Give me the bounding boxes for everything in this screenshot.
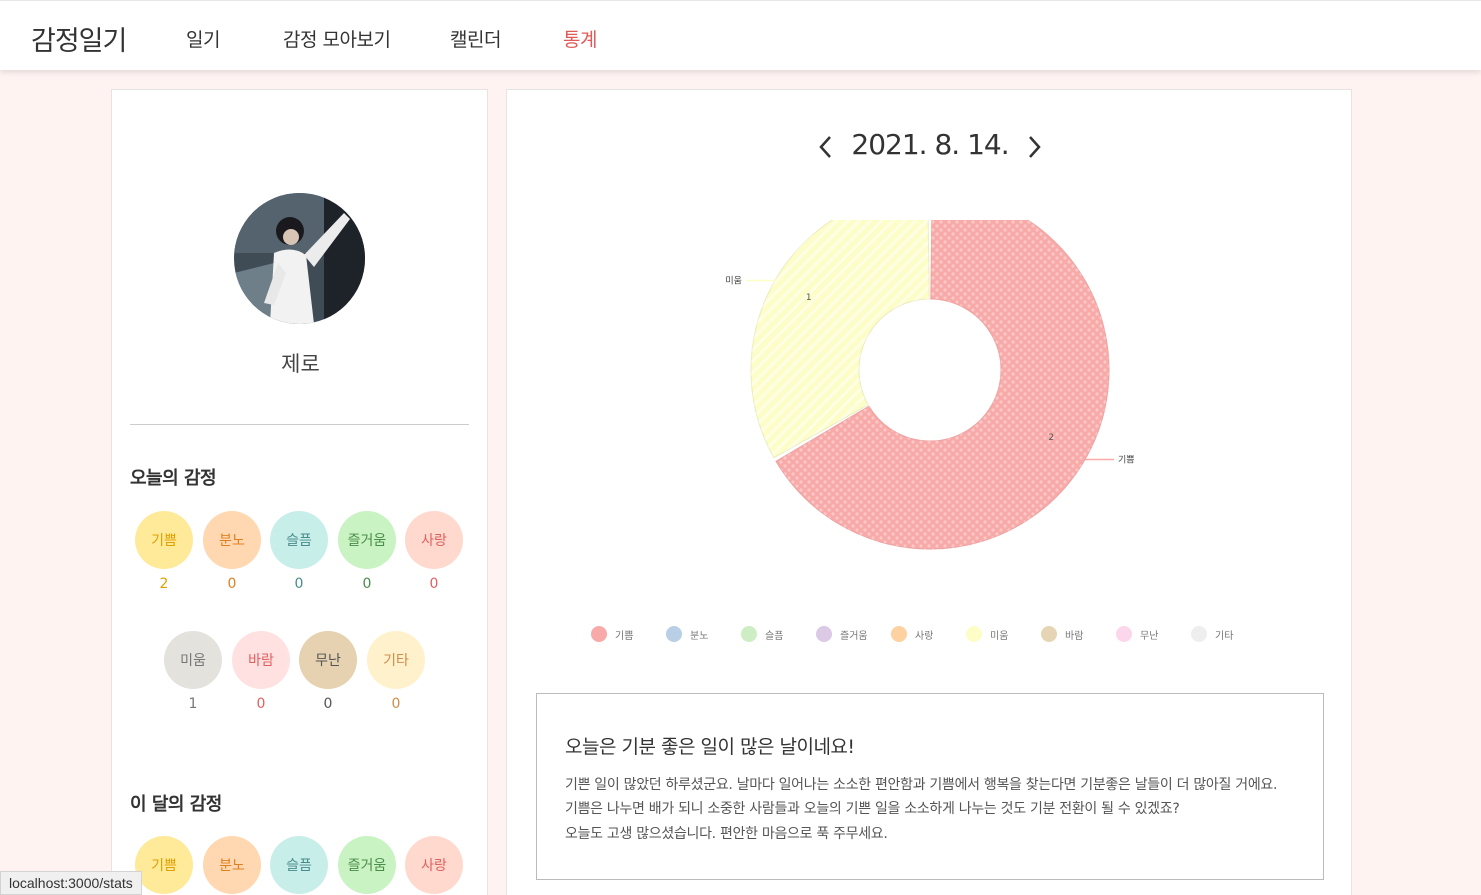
nav-link-emotion-collection[interactable]: 감정 모아보기 <box>283 25 391 52</box>
top-navbar: 감정일기 일기 감정 모아보기 캘린더 통계 <box>0 0 1481 70</box>
legend-label: 기타 <box>1215 630 1234 642</box>
avatar <box>234 193 365 324</box>
chevron-right-icon[interactable] <box>1019 132 1049 162</box>
legend-swatch <box>966 626 982 642</box>
nav-link-calendar[interactable]: 캘린더 <box>450 25 501 52</box>
emotion-item: 즐거움 <box>338 836 396 894</box>
date-navigator: 2021. 8. 14. <box>507 128 1353 168</box>
emotion-badge[interactable]: 분노 <box>203 511 261 569</box>
emotion-badge[interactable]: 무난 <box>299 631 357 689</box>
legend-swatch <box>891 626 907 642</box>
emotion-item: 무난 0 <box>299 631 357 712</box>
emotion-item: 기타 0 <box>367 631 425 712</box>
emotion-item: 사랑 <box>405 836 463 894</box>
emotion-badge[interactable]: 바람 <box>232 631 290 689</box>
emotion-count: 0 <box>429 576 439 592</box>
emotion-item: 미움 1 <box>164 631 222 712</box>
donut-slice-pattern <box>751 220 930 458</box>
message-line: 오늘도 고생 많으셨습니다. 편안한 마음으로 푹 주무세요. <box>565 826 888 842</box>
legend-swatch <box>591 626 607 642</box>
month-emotion-title: 이 달의 감정 <box>130 794 222 815</box>
emotion-badge[interactable]: 분노 <box>203 836 261 894</box>
nav-link-stats[interactable]: 통계 <box>563 25 597 52</box>
emotion-badge[interactable]: 즐거움 <box>338 511 396 569</box>
emotion-badge[interactable]: 사랑 <box>405 836 463 894</box>
legend-item[interactable]: 미움 <box>966 626 1008 642</box>
legend-item[interactable]: 사랑 <box>891 626 933 642</box>
emotion-badge[interactable]: 슬픔 <box>270 836 328 894</box>
legend-item[interactable]: 슬픔 <box>741 626 783 642</box>
chart-legend: 기쁨 분노 슬픔 즐거움 사랑 미움 바람 무난 기타 <box>591 626 1291 646</box>
emotion-badge[interactable]: 기타 <box>367 631 425 689</box>
today-emotion-title: 오늘의 감정 <box>130 468 217 489</box>
stats-card: 2021. 8. 14. 2 기쁨 1 미움 기쁨 분노 슬픔 즐거움 사랑 미움 바람 무난 기타 … <box>506 89 1352 895</box>
legend-swatch <box>741 626 757 642</box>
legend-label: 무난 <box>1140 630 1159 642</box>
donut-data-label: 2 <box>1048 433 1054 443</box>
emotion-count: 0 <box>294 576 304 592</box>
emotion-count: 1 <box>188 696 198 712</box>
emotion-badge[interactable]: 사랑 <box>405 511 463 569</box>
emotion-item: 기쁨 <box>135 836 193 894</box>
legend-swatch <box>1116 626 1132 642</box>
donut-data-label: 1 <box>806 293 812 303</box>
status-bar-url: localhost:3000/stats <box>0 871 142 895</box>
legend-label: 슬픔 <box>765 630 784 642</box>
legend-label: 바람 <box>1065 630 1084 642</box>
emotion-badge[interactable]: 미움 <box>164 631 222 689</box>
legend-item[interactable]: 바람 <box>1041 626 1083 642</box>
legend-label: 미움 <box>990 630 1009 642</box>
legend-swatch <box>1041 626 1057 642</box>
emotion-donut-chart: 2 기쁨 1 미움 <box>725 220 1135 550</box>
chevron-left-icon[interactable] <box>811 132 841 162</box>
user-name: 제로 <box>281 352 320 376</box>
legend-item[interactable]: 분노 <box>666 626 708 642</box>
emotion-item: 슬픔 <box>270 836 328 894</box>
emotion-item: 슬픔 0 <box>270 511 328 592</box>
profile-card: 제로 오늘의 감정 기쁨 2 분노 0 슬픔 0 즐거움 0 사랑 0 미움 1 바람 0 무난 0 기타 0 이… <box>111 89 488 895</box>
legend-item[interactable]: 무난 <box>1116 626 1158 642</box>
donut-outer-label: 기쁨 <box>1118 455 1135 466</box>
message-title: 오늘은 기분 좋은 일이 많은 날이네요! <box>565 736 855 758</box>
donut-outer-label: 미움 <box>725 276 742 287</box>
message-line: 기쁜 일이 많았던 하루셨군요. 날마다 일어나는 소소한 편안함과 기쁨에서 … <box>565 777 1278 793</box>
legend-label: 분노 <box>690 630 709 642</box>
legend-item[interactable]: 즐거움 <box>816 626 868 642</box>
nav-link-diary[interactable]: 일기 <box>186 25 220 52</box>
daily-message-box: 오늘은 기분 좋은 일이 많은 날이네요! 기쁜 일이 많았던 하루셨군요. 날… <box>536 693 1324 880</box>
legend-item[interactable]: 기타 <box>1191 626 1233 642</box>
emotion-item: 분노 0 <box>203 511 261 592</box>
legend-label: 사랑 <box>915 630 934 642</box>
emotion-item: 바람 0 <box>232 631 290 712</box>
legend-label: 즐거움 <box>840 630 868 642</box>
emotion-badge[interactable]: 기쁨 <box>135 836 193 894</box>
emotion-item: 분노 <box>203 836 261 894</box>
emotion-badge[interactable]: 기쁨 <box>135 511 193 569</box>
emotion-badge[interactable]: 즐거움 <box>338 836 396 894</box>
divider <box>130 424 469 425</box>
message-line: 기쁨은 나누면 배가 되니 소중한 사람들과 오늘의 기쁜 일을 소소하게 나누… <box>565 801 1180 817</box>
legend-item[interactable]: 기쁨 <box>591 626 633 642</box>
emotion-count: 0 <box>362 576 372 592</box>
emotion-count: 2 <box>159 576 169 592</box>
emotion-count: 0 <box>227 576 237 592</box>
emotion-count: 0 <box>391 696 401 712</box>
brand-logo[interactable]: 감정일기 <box>31 19 127 58</box>
emotion-badge[interactable]: 슬픔 <box>270 511 328 569</box>
emotion-item: 기쁨 2 <box>135 511 193 592</box>
legend-label: 기쁨 <box>615 630 634 642</box>
emotion-count: 0 <box>256 696 266 712</box>
legend-swatch <box>816 626 832 642</box>
emotion-item: 사랑 0 <box>405 511 463 592</box>
current-date: 2021. 8. 14. <box>851 128 1009 161</box>
legend-swatch <box>1191 626 1207 642</box>
emotion-count: 0 <box>323 696 333 712</box>
legend-swatch <box>666 626 682 642</box>
emotion-item: 즐거움 0 <box>338 511 396 592</box>
